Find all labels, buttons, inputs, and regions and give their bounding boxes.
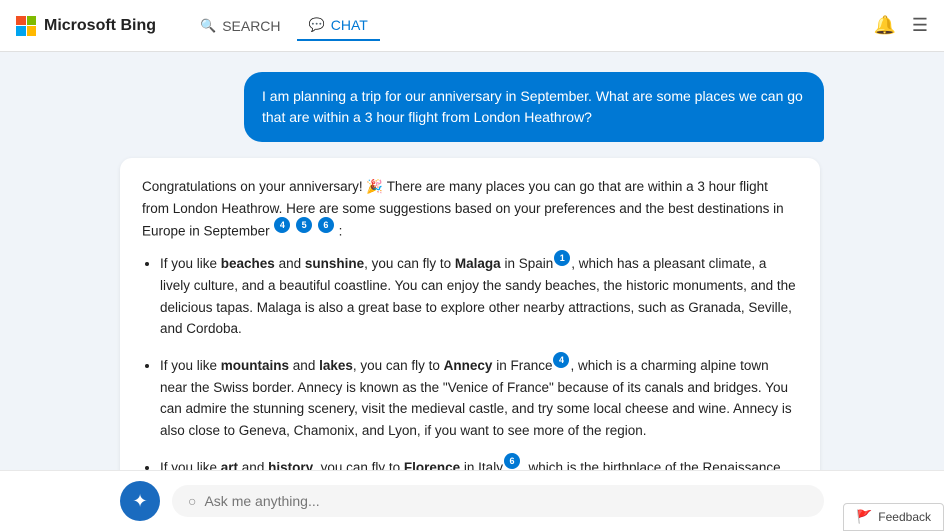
bing-avatar-button[interactable]: ✦: [120, 481, 160, 521]
logo: Microsoft Bing: [16, 16, 156, 36]
chat-area: I am planning a trip for our anniversary…: [0, 52, 944, 470]
bot-intro: Congratulations on your anniversary! 🎉 T…: [142, 176, 798, 242]
ref-6b[interactable]: 6: [504, 453, 520, 469]
nav-search[interactable]: 🔍 SEARCH: [188, 12, 293, 40]
header-right: 🔔 ☰: [873, 15, 928, 36]
logo-text: Microsoft Bing: [44, 17, 156, 35]
list-item: If you like mountains and lakes, you can…: [160, 354, 798, 442]
list-item: If you like art and history, you can fly…: [160, 455, 798, 470]
input-bar: ✦ ○: [0, 470, 944, 531]
search-nav-icon: 🔍: [200, 18, 216, 34]
ref-6[interactable]: 6: [318, 217, 334, 233]
bot-message-bubble: Congratulations on your anniversary! 🎉 T…: [120, 158, 820, 470]
list-item: If you like beaches and sunshine, you ca…: [160, 252, 798, 340]
hamburger-menu-icon[interactable]: ☰: [912, 15, 928, 36]
ref-4[interactable]: 4: [274, 217, 290, 233]
ref-1[interactable]: 1: [554, 250, 570, 266]
bot-suggestions-list: If you like beaches and sunshine, you ca…: [142, 252, 798, 470]
feedback-button[interactable]: 🚩 Feedback: [843, 503, 944, 531]
notification-bell-icon[interactable]: 🔔: [873, 15, 895, 36]
chat-nav-icon: 💬: [309, 17, 325, 33]
search-input-wrap[interactable]: ○: [172, 485, 824, 517]
header: Microsoft Bing 🔍 SEARCH 💬 CHAT 🔔 ☰: [0, 0, 944, 52]
chat-input[interactable]: [204, 493, 808, 509]
microsoft-logo-icon: [16, 16, 36, 36]
ref-5[interactable]: 5: [296, 217, 312, 233]
ref-4b[interactable]: 4: [553, 352, 569, 368]
nav-chat[interactable]: 💬 CHAT: [297, 11, 380, 41]
feedback-icon: 🚩: [856, 509, 872, 525]
search-input-icon: ○: [188, 493, 196, 509]
user-message-bubble: I am planning a trip for our anniversary…: [244, 72, 824, 142]
sparkle-icon: ✦: [132, 491, 147, 512]
nav-bar: 🔍 SEARCH 💬 CHAT: [188, 11, 380, 41]
